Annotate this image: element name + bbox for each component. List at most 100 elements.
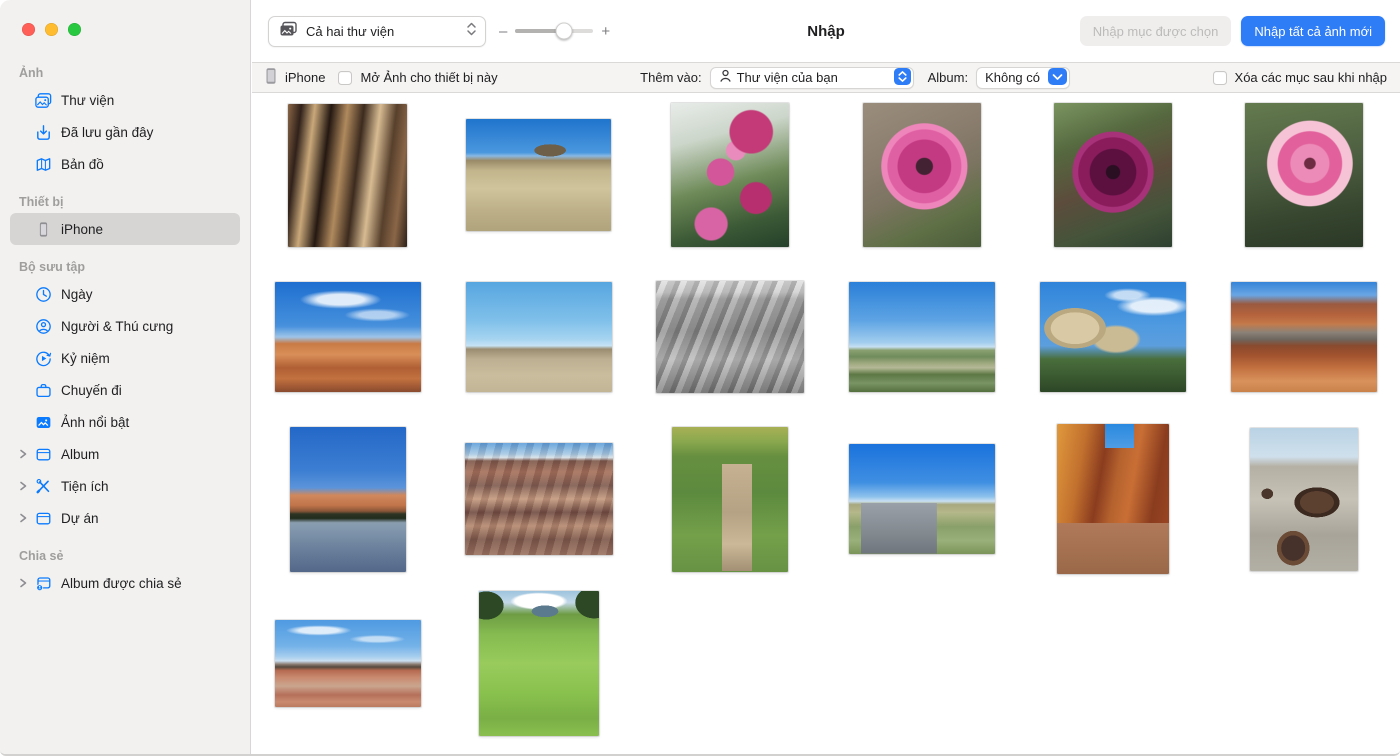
photo-thumbnail-p6[interactable]: [1245, 103, 1363, 247]
sidebar-item-projects[interactable]: Dự án: [10, 502, 240, 534]
add-to-value: Thư viện của bạn: [733, 70, 894, 85]
shared-album-icon: [32, 574, 54, 593]
featured-photo-icon: [32, 413, 54, 432]
sidebar-item-featured[interactable]: Ảnh nổi bật: [10, 406, 240, 438]
page-title: Nhập: [807, 23, 845, 40]
sidebar-item-shared-albums[interactable]: Album được chia sẻ: [10, 567, 240, 599]
sidebar-item-map[interactable]: Bản đồ: [10, 148, 240, 180]
photo-thumbnail-p16[interactable]: [849, 444, 995, 554]
sidebar-item-label: Ngày: [61, 287, 93, 302]
photo-cell: [252, 418, 443, 580]
import-options-bar: iPhone Mở Ảnh cho thiết bị này Thêm vào:…: [252, 62, 1400, 93]
photo-thumbnail-p20[interactable]: [479, 591, 599, 736]
photo-grid-row: [252, 256, 1400, 418]
zoom-slider-thumb[interactable]: [555, 23, 572, 40]
photo-thumbnail-p13[interactable]: [290, 427, 406, 572]
photo-thumbnail-p19[interactable]: [275, 620, 421, 707]
import-all-button[interactable]: Nhập tất cả ảnh mới: [1241, 16, 1385, 46]
sidebar-item-label: Dự án: [61, 511, 99, 526]
sidebar-item-trips[interactable]: Chuyến đi: [10, 374, 240, 406]
photo-thumbnail-p7[interactable]: [275, 282, 421, 392]
photo-grid-row: [252, 418, 1400, 580]
photo-thumbnail-p4[interactable]: [863, 103, 981, 247]
sidebar-item-library[interactable]: Thư viện: [10, 84, 240, 116]
zoom-in-label[interactable]: +: [601, 24, 610, 39]
sidebar-item-days[interactable]: Ngày: [10, 278, 240, 310]
zoom-slider-track[interactable]: [515, 29, 593, 33]
photo-cell: [1208, 418, 1399, 580]
sidebar-item-iphone[interactable]: iPhone: [10, 213, 240, 245]
photos-app-window: Ảnh Thư viện Đã lưu gần đây: [0, 0, 1400, 756]
open-photos-checkbox[interactable]: [338, 71, 352, 85]
add-to-label: Thêm vào:: [640, 70, 701, 85]
photo-thumbnail-p8[interactable]: [466, 282, 612, 392]
disclosure-chevron[interactable]: [18, 513, 32, 523]
photo-thumbnail-p5[interactable]: [1054, 103, 1172, 247]
photo-grid-area: [252, 94, 1400, 756]
open-photos-checkbox-label[interactable]: Mở Ảnh cho thiết bị này: [360, 70, 497, 85]
photo-thumbnail-p12[interactable]: [1231, 282, 1377, 392]
photo-thumbnail-p15[interactable]: [672, 427, 788, 572]
photo-thumbnail-p14[interactable]: [465, 443, 613, 555]
photo-cell: [1017, 94, 1208, 256]
photo-thumbnail-p18[interactable]: [1250, 428, 1358, 571]
sidebar-section-collections: Bộ sưu tập Ngày Người & Thú cưng: [0, 260, 250, 534]
photo-cell: [635, 94, 826, 256]
photo-thumbnail-p17[interactable]: [1057, 424, 1169, 574]
minimize-button[interactable]: [45, 23, 58, 36]
sidebar-item-label: Album: [61, 447, 99, 462]
photo-cell: [635, 256, 826, 418]
window-controls: [22, 23, 81, 36]
chevron-up-down-icon: [466, 21, 477, 42]
zoom-button[interactable]: [68, 23, 81, 36]
sidebar-item-label: Bản đồ: [61, 157, 104, 172]
photo-cell: [1017, 418, 1208, 580]
sidebar-item-label: Ảnh nổi bật: [61, 415, 129, 430]
photo-thumbnail-p10[interactable]: [849, 282, 995, 392]
photo-thumbnail-p11[interactable]: [1040, 282, 1186, 392]
photo-cell: [252, 94, 443, 256]
clock-icon: [32, 285, 54, 304]
photo-cell: [826, 94, 1017, 256]
disclosure-chevron[interactable]: [18, 481, 32, 491]
photo-cell: [826, 256, 1017, 418]
memories-icon: [32, 349, 54, 368]
delete-after-import-label[interactable]: Xóa các mục sau khi nhập: [1235, 70, 1387, 85]
sidebar-section-devices: Thiết bị iPhone: [0, 195, 250, 245]
photo-thumbnail-p1[interactable]: [288, 104, 407, 247]
sidebar-item-recently-saved[interactable]: Đã lưu gần đây: [10, 116, 240, 148]
album-popup[interactable]: Không có: [976, 67, 1070, 89]
add-to-popup[interactable]: Thư viện của bạn: [710, 67, 914, 89]
library-selector[interactable]: Cả hai thư viện: [268, 16, 486, 47]
sidebar-item-label: Đã lưu gần đây: [61, 125, 153, 140]
sidebar-section-photos: Ảnh Thư viện Đã lưu gần đây: [0, 66, 250, 180]
sidebar-item-memories[interactable]: Kỷ niệm: [10, 342, 240, 374]
top-toolbar: Cả hai thư viện – + Nhập Nhập mục được c…: [252, 0, 1400, 62]
photo-cell: [443, 94, 634, 256]
photo-thumbnail-p9[interactable]: [656, 281, 804, 393]
stepper-up-down-icon: [894, 68, 911, 88]
sidebar-item-label: Kỷ niệm: [61, 351, 110, 366]
photo-thumbnail-p3[interactable]: [671, 103, 789, 247]
chevron-down-icon: [1048, 68, 1067, 88]
photo-thumbnail-p2[interactable]: [466, 119, 611, 231]
disclosure-chevron[interactable]: [18, 449, 32, 459]
close-button[interactable]: [22, 23, 35, 36]
sidebar-item-label: Tiện ích: [61, 479, 109, 494]
sidebar: Ảnh Thư viện Đã lưu gần đây: [0, 0, 251, 754]
sidebar-item-label: Chuyến đi: [61, 383, 122, 398]
section-label: Bộ sưu tập: [19, 260, 250, 274]
iphone-icon: [32, 220, 54, 239]
disclosure-chevron[interactable]: [18, 578, 32, 588]
thumbnail-zoom-slider[interactable]: – +: [499, 24, 610, 39]
sidebar-item-label: Người & Thú cưng: [61, 319, 173, 334]
photos-stack-icon: [278, 19, 298, 44]
sidebar-item-albums[interactable]: Album: [10, 438, 240, 470]
delete-after-import-checkbox[interactable]: [1213, 71, 1227, 85]
photo-cell: [826, 418, 1017, 580]
sidebar-item-utilities[interactable]: Tiện ích: [10, 470, 240, 502]
sidebar-item-people-pets[interactable]: Người & Thú cưng: [10, 310, 240, 342]
zoom-out-label[interactable]: –: [499, 24, 507, 39]
import-selected-button[interactable]: Nhập mục được chọn: [1080, 16, 1232, 46]
photo-grid-row: [252, 94, 1400, 256]
